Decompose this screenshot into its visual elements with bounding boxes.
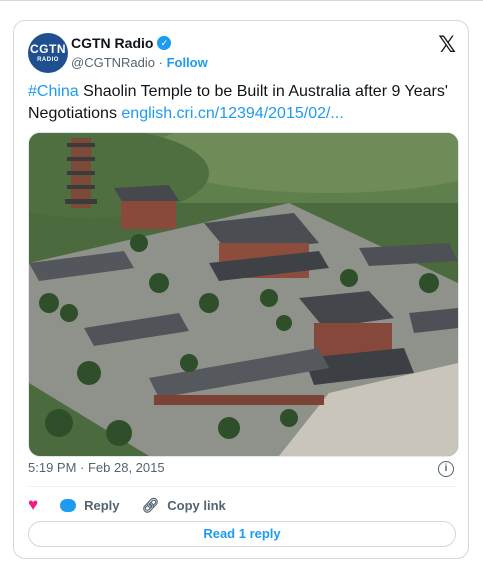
hashtag-link[interactable]: #China [28, 83, 79, 100]
action-bar: ♥ Reply 🔗︎ Copy link [28, 495, 226, 515]
avatar[interactable]: CGTN RADIO [28, 33, 68, 73]
tweet-timestamp[interactable]: 5:19 PM · Feb 28, 2015 [28, 460, 165, 475]
author-name-row[interactable]: CGTN Radio ✓ [71, 35, 172, 51]
avatar-text: CGTN [30, 42, 66, 56]
tweet-image[interactable] [28, 132, 459, 457]
heart-icon[interactable]: ♥ [28, 495, 38, 515]
copy-link-button[interactable]: 🔗︎ Copy link [142, 497, 226, 514]
temple-rendering-image [29, 133, 458, 456]
copy-link-label: Copy link [167, 497, 226, 513]
info-icon[interactable]: i [438, 461, 454, 477]
reply-button[interactable]: Reply [60, 497, 120, 513]
follow-button[interactable]: Follow [167, 55, 208, 70]
top-border [0, 0, 483, 1]
handle-separator: · [155, 55, 167, 70]
tweet-card: CGTN RADIO CGTN Radio ✓ @CGTNRadio · Fol… [13, 20, 469, 559]
reply-bubble-icon [60, 498, 77, 512]
verified-badge-icon: ✓ [157, 36, 172, 50]
author-handle[interactable]: @CGTNRadio [71, 55, 155, 70]
tweet-url-link[interactable]: english.cri.cn/12394/2015/02/... [121, 105, 343, 122]
read-replies-button[interactable]: Read 1 reply [28, 521, 456, 547]
avatar-subtext: RADIO [37, 57, 59, 63]
link-icon: 🔗︎ [141, 496, 160, 513]
tweet-text: #China Shaolin Temple to be Built in Aus… [28, 81, 448, 125]
author-handle-row: @CGTNRadio · Follow [71, 55, 208, 70]
reply-label: Reply [84, 497, 120, 513]
divider [28, 486, 456, 487]
author-name[interactable]: CGTN Radio [71, 35, 153, 51]
x-logo-icon[interactable]: 𝕏 [438, 33, 456, 58]
